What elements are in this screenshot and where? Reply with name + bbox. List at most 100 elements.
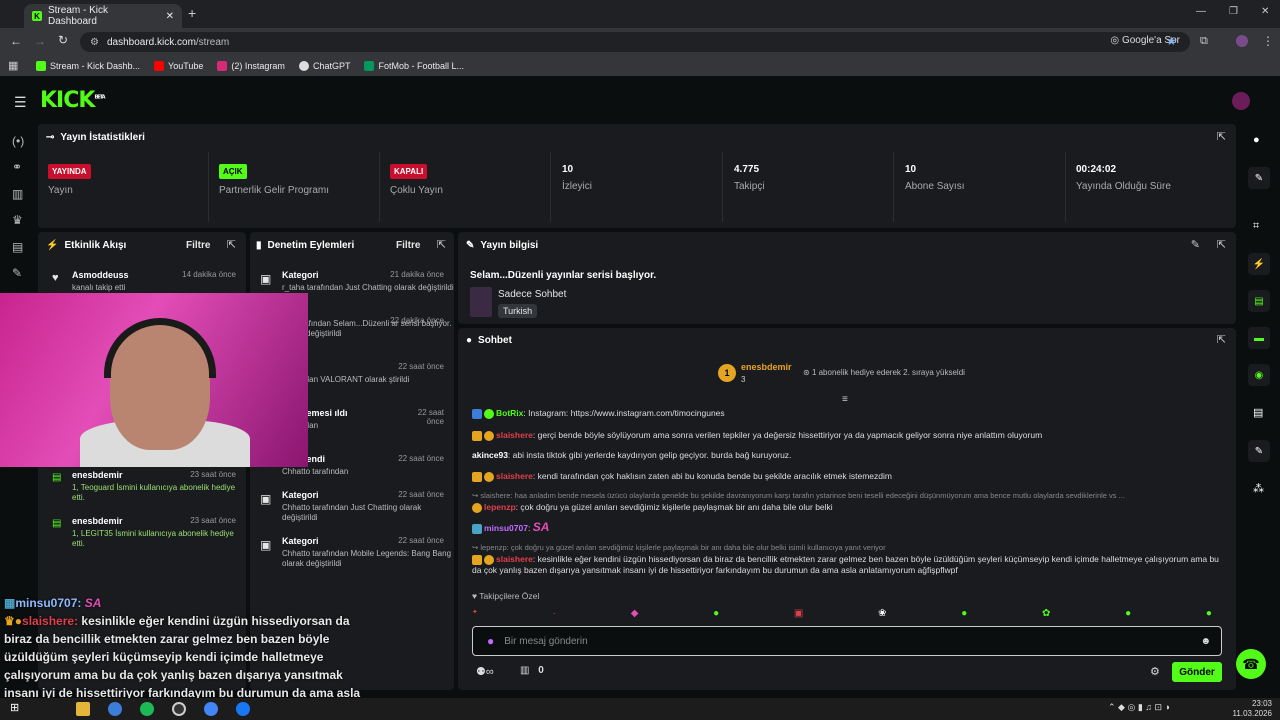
expand-icon[interactable]: ⇱: [1217, 238, 1226, 251]
wrench-icon[interactable]: ✎: [12, 266, 22, 280]
send-button[interactable]: Gönder: [1172, 662, 1222, 682]
bookmark-label: YouTube: [168, 61, 204, 71]
chart-icon[interactable]: ▥: [12, 187, 23, 201]
list-icon[interactable]: ▤: [1248, 290, 1270, 312]
user-avatar[interactable]: [1232, 92, 1250, 110]
filter-button[interactable]: Filtre: [396, 240, 420, 251]
chat-settings-icon[interactable]: ⚙: [1150, 665, 1160, 678]
collapse-icon[interactable]: ≡: [842, 394, 848, 405]
support-icon[interactable]: ☎: [1236, 649, 1266, 679]
facebook-icon[interactable]: [236, 702, 250, 716]
sub-badge-icon: ●: [14, 614, 23, 628]
bookmark-youtube[interactable]: YouTube: [154, 61, 203, 71]
close-window-icon[interactable]: ✕: [1261, 6, 1269, 17]
category-name[interactable]: Sadece Sohbet: [498, 289, 566, 300]
minimize-icon[interactable]: —: [1196, 6, 1206, 17]
broadcast-icon[interactable]: (•): [12, 134, 24, 148]
emote-icon[interactable]: ●: [1125, 608, 1131, 620]
mic-icon[interactable]: ●: [487, 634, 494, 648]
profile-avatar[interactable]: [1236, 35, 1248, 47]
link-icon[interactable]: ⚭: [12, 160, 22, 174]
chat-username[interactable]: lepenzp: [484, 502, 516, 512]
obs-icon[interactable]: [172, 702, 186, 716]
edge-icon[interactable]: [108, 702, 122, 716]
emote-icon[interactable]: ❀: [878, 608, 886, 620]
emote-icon[interactable]: ✿: [1042, 608, 1050, 620]
back-icon[interactable]: ←: [10, 34, 22, 48]
chat-icon[interactable]: ▬: [1248, 327, 1270, 349]
new-tab-icon[interactable]: +: [188, 5, 196, 21]
kick-logo[interactable]: KICKBETA: [40, 88, 106, 113]
close-tab-icon[interactable]: ✕: [166, 11, 174, 22]
edit-icon[interactable]: ✎: [1191, 238, 1200, 251]
chat-username[interactable]: slaishere: [496, 471, 533, 481]
instagram-icon: [217, 61, 228, 71]
windows-start-icon[interactable]: ⊞: [10, 701, 19, 714]
spotify-icon[interactable]: [140, 702, 154, 716]
chat-username[interactable]: minsu0707: [484, 523, 528, 533]
apps-icon[interactable]: ⁂: [1253, 482, 1264, 495]
browser-tab[interactable]: K Stream - Kick Dashboard ✕: [24, 4, 182, 28]
reply-text: lepenzp: çok doğru ya güzel anıları sevd…: [480, 543, 886, 552]
forward-icon[interactable]: →: [34, 34, 46, 48]
address-bar[interactable]: ⚙ dashboard.kick.com/stream: [80, 32, 1190, 52]
activity-time: 23 saat önce: [190, 470, 236, 479]
emote-icon[interactable]: ✦: [472, 608, 478, 620]
hamburger-menu-icon[interactable]: ☰: [14, 94, 27, 111]
list-item: ▣ Kategori 22 saat önce Chhatto tarafından …: [250, 490, 454, 523]
chat-input-placeholder: Bir mesaj gönderin: [504, 635, 588, 647]
emote-icon[interactable]: ●: [1206, 608, 1212, 620]
bookmark-kick[interactable]: Stream - Kick Dashb...: [36, 61, 140, 71]
emote-icon[interactable]: ·: [553, 608, 556, 620]
maximize-icon[interactable]: ❐: [1229, 6, 1238, 17]
divider: [1065, 152, 1066, 222]
chrome-icon[interactable]: [204, 702, 218, 716]
bookmark-fotmob[interactable]: FotMob - Football L...: [364, 61, 464, 71]
dashboard-icon[interactable]: ▤: [12, 240, 23, 254]
chat-input[interactable]: ● Bir mesaj gönderin ☻: [472, 626, 1222, 656]
stat-followers: 4.775 Takipçi: [734, 164, 894, 192]
pinned-user[interactable]: enesbdemir: [741, 362, 792, 372]
tools-icon[interactable]: ✎: [1248, 440, 1270, 462]
chat-counter: ▥ 0: [520, 665, 544, 676]
emote-icon[interactable]: ▣: [794, 608, 803, 620]
emoji-icon[interactable]: ☻: [1200, 636, 1211, 647]
trophy-icon[interactable]: ♛: [12, 213, 23, 227]
bookmark-instagram[interactable]: (2) Instagram: [217, 61, 285, 71]
site-info-icon[interactable]: ⚙: [90, 37, 99, 48]
chat-username[interactable]: slaishere: [496, 554, 533, 564]
emote-icon[interactable]: ◆: [631, 608, 639, 620]
chat-username[interactable]: BotRix: [496, 408, 523, 418]
emote-icon[interactable]: ●: [961, 608, 967, 620]
expand-icon[interactable]: ⇱: [227, 238, 236, 251]
chat-header: ● Sohbet: [466, 335, 512, 346]
expand-icon[interactable]: ⇱: [1217, 130, 1226, 143]
pencil-icon[interactable]: ✎: [1248, 167, 1270, 189]
chat-username[interactable]: akince93: [472, 450, 508, 460]
crop-icon[interactable]: ⌗: [1253, 220, 1259, 233]
info-icon[interactable]: ●: [1253, 134, 1260, 146]
points-icon[interactable]: ⚉∞: [476, 665, 494, 678]
sub-badge-icon: [472, 502, 482, 513]
stream-title: Selam...Düzenli yayınlar serisi başlıyor…: [470, 270, 657, 281]
tray-icons[interactable]: ⌃ ◆ ◎ ▮ ♫ ⊡ ◑: [1108, 702, 1170, 713]
file-explorer-icon[interactable]: [76, 702, 90, 716]
broadcast-icon[interactable]: ◉: [1248, 364, 1270, 386]
chat-username[interactable]: slaishere: [496, 430, 533, 440]
reload-icon[interactable]: ↻: [58, 33, 68, 47]
filter-button[interactable]: Filtre: [186, 240, 210, 251]
lightning-icon[interactable]: ⚡: [1248, 253, 1270, 275]
extensions-icon[interactable]: ⧉: [1200, 35, 1208, 48]
menu-icon[interactable]: ⋮: [1262, 34, 1274, 48]
emote-icon[interactable]: ●: [713, 608, 719, 620]
bookmark-star-icon[interactable]: ★: [1166, 34, 1177, 48]
fotmob-icon: [364, 61, 375, 71]
bookmark-chatgpt[interactable]: ChatGPT: [298, 61, 350, 71]
chat-bubble-icon: ●: [466, 335, 473, 346]
expand-icon[interactable]: ⇱: [1217, 333, 1226, 346]
mod-time: 22 saat önce: [398, 362, 444, 371]
system-clock[interactable]: 23:03 11.03.2026: [1233, 699, 1272, 719]
expand-icon[interactable]: ⇱: [437, 238, 446, 251]
apps-grid-icon[interactable]: ▦: [8, 59, 18, 72]
layers-icon[interactable]: ▤: [1253, 406, 1263, 419]
